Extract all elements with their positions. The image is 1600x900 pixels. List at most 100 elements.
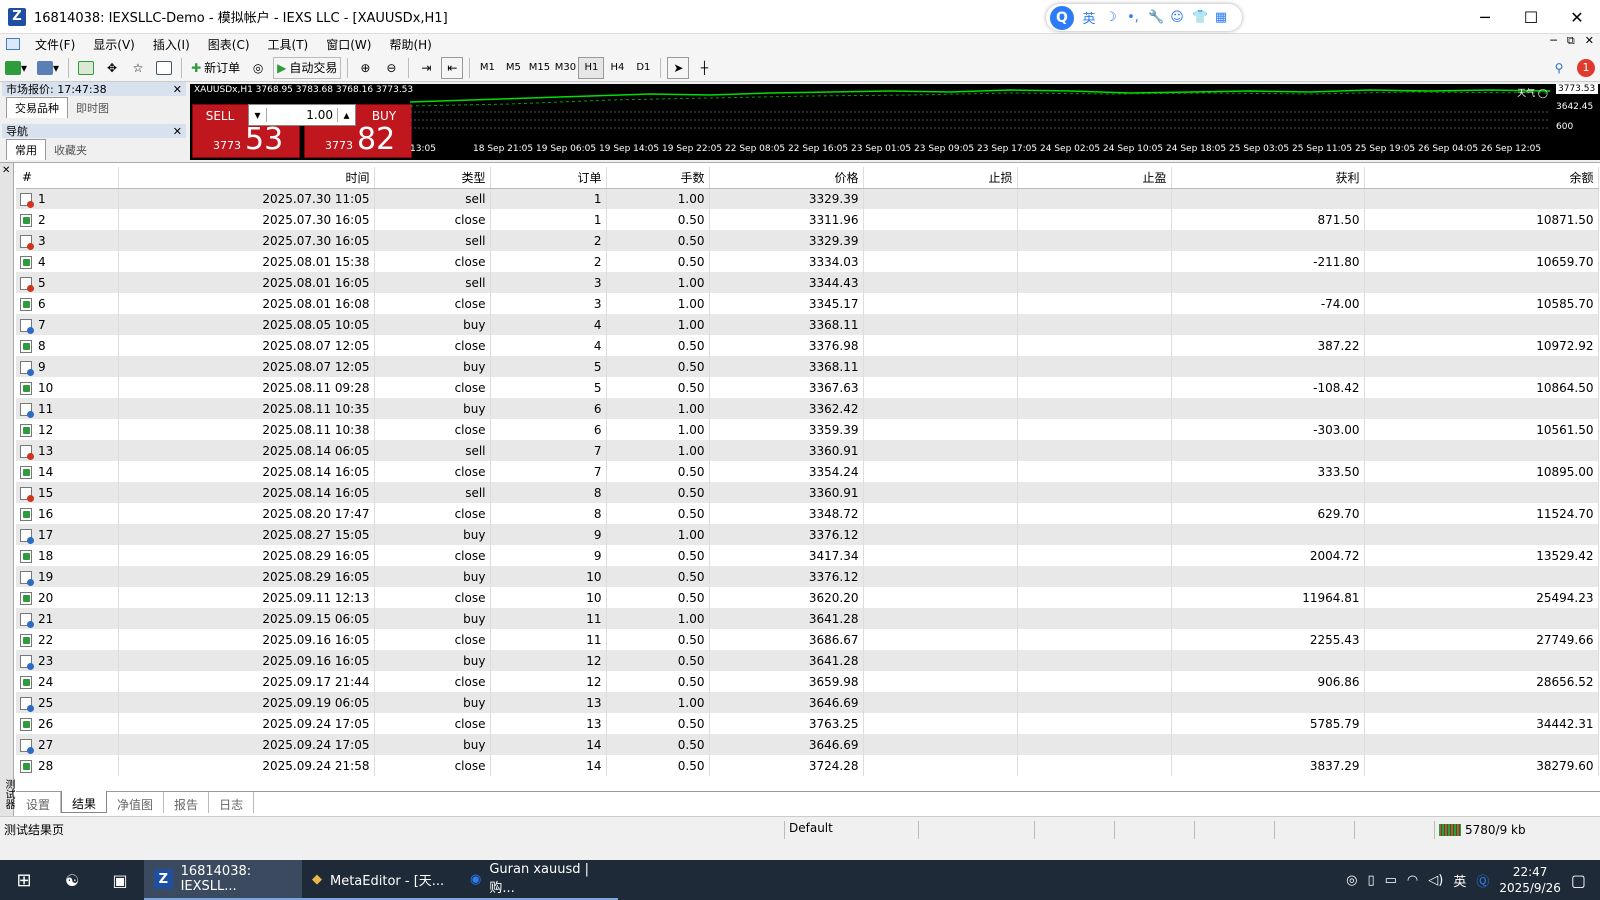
table-row[interactable]: 9 2025.08.07 12:05 buy 5 0.50 3368.11	[16, 356, 1599, 377]
taskbar-window-metaeditor[interactable]: ◆ MetaEditor - [天...	[302, 860, 460, 900]
tab-equity-graph[interactable]: 净值图	[107, 792, 165, 813]
auto-scroll-button[interactable]: ⇥	[415, 57, 437, 79]
menu-help[interactable]: 帮助(H)	[380, 36, 440, 53]
price-chart[interactable]: XAUUSDx,H1 3768.95 3783.68 3768.16 3773.…	[190, 84, 1600, 160]
timeframe-m5[interactable]: M5	[500, 57, 526, 79]
maximize-button[interactable]: ☐	[1508, 0, 1554, 34]
terminal-button[interactable]	[153, 57, 175, 79]
market-watch-button[interactable]	[75, 57, 97, 79]
taskbar-app-icon[interactable]: ▣	[96, 860, 144, 900]
tray-network-icon[interactable]: ◠	[1407, 873, 1418, 888]
col-header-stop-loss[interactable]: 止损	[863, 167, 1018, 189]
table-row[interactable]: 24 2025.09.17 21:44 close 12 0.50 3659.98 906.…	[16, 671, 1599, 692]
col-header-price[interactable]: 价格	[709, 167, 864, 189]
ime-punctuation-icon[interactable]: •,	[1126, 10, 1140, 25]
auto-trading-button[interactable]: ▶ 自动交易	[273, 56, 342, 79]
table-row[interactable]: 1 2025.07.30 11:05 sell 1 1.00 3329.39	[16, 188, 1599, 209]
zoom-out-button[interactable]: ⊖	[380, 57, 402, 79]
table-row[interactable]: 17 2025.08.27 15:05 buy 9 1.00 3376.12	[16, 524, 1599, 545]
ime-language-toggle[interactable]: 英	[1082, 8, 1096, 27]
tray-volume-icon[interactable]: ◁)	[1428, 873, 1443, 888]
table-row[interactable]: 18 2025.08.29 16:05 close 9 0.50 3417.34 2004.…	[16, 545, 1599, 566]
timeframe-m15[interactable]: M15	[526, 57, 552, 79]
menu-file[interactable]: 文件(F)	[26, 36, 84, 53]
new-order-button[interactable]: ✚ 新订单	[188, 57, 243, 79]
mdi-minimize-button[interactable]: ─	[1550, 34, 1557, 48]
table-row[interactable]: 3 2025.07.30 16:05 sell 2 0.50 3329.39	[16, 230, 1599, 251]
close-icon[interactable]: ✕	[173, 125, 186, 138]
col-header-lots[interactable]: 手数	[606, 167, 710, 189]
close-icon[interactable]: ✕	[2, 165, 10, 176]
table-row[interactable]: 5 2025.08.01 16:05 sell 3 1.00 3344.43	[16, 272, 1599, 293]
connection-status[interactable]: 5780/9 kb	[1434, 820, 1600, 839]
data-window-button[interactable]: ✥	[101, 57, 123, 79]
ime-logo-icon[interactable]: Q	[1050, 5, 1074, 30]
taskbar-app-icon[interactable]: ☯	[48, 860, 96, 900]
timeframe-m30[interactable]: M30	[552, 57, 578, 79]
col-header-time[interactable]: 时间	[118, 167, 375, 189]
mdi-close-button[interactable]: ✕	[1585, 34, 1594, 48]
table-row[interactable]: 6 2025.08.01 16:08 close 3 1.00 3345.17 -74.00…	[16, 293, 1599, 314]
minimize-button[interactable]: ─	[1462, 0, 1508, 34]
clock[interactable]: 22:47 2025/9/26	[1499, 864, 1561, 896]
notifications-button[interactable]: 1	[1574, 57, 1598, 79]
navigator-button[interactable]: ☆	[127, 57, 149, 79]
timeframe-h4[interactable]: H4	[604, 57, 630, 79]
tab-favorites[interactable]: 收藏夹	[46, 140, 95, 160]
tray-battery-icon[interactable]: ▭	[1385, 873, 1397, 888]
menu-view[interactable]: 显示(V)	[84, 36, 144, 53]
new-chart-button[interactable]: ▾	[2, 57, 30, 79]
table-row[interactable]: 25 2025.09.19 06:05 buy 13 1.00 3646.69	[16, 692, 1599, 713]
tray-ime-icon[interactable]: Ⓠ	[1476, 871, 1489, 890]
timeframe-h1[interactable]: H1	[578, 56, 605, 79]
table-row[interactable]: 12 2025.08.11 10:38 close 6 1.00 3359.39 -303.…	[16, 419, 1599, 440]
table-row[interactable]: 13 2025.08.14 06:05 sell 7 1.00 3360.91	[16, 440, 1599, 461]
table-row[interactable]: 20 2025.09.11 12:13 close 10 0.50 3620.20 1196…	[16, 587, 1599, 608]
table-row[interactable]: 23 2025.09.16 16:05 buy 12 0.50 3641.28	[16, 650, 1599, 671]
menu-charts[interactable]: 图表(C)	[199, 36, 259, 53]
windows-start-icon[interactable]: ⊞	[0, 860, 48, 900]
search-icon[interactable]: ⚲	[1548, 57, 1570, 79]
tab-common[interactable]: 常用	[6, 139, 46, 160]
col-header-type[interactable]: 类型	[374, 167, 491, 189]
cursor-tool-button[interactable]: ➤	[667, 56, 690, 79]
timeframe-d1[interactable]: D1	[630, 57, 656, 79]
tray-language[interactable]: 英	[1453, 871, 1466, 890]
table-row[interactable]: 22 2025.09.16 16:05 close 11 0.50 3686.67 2255…	[16, 629, 1599, 650]
table-row[interactable]: 26 2025.09.24 17:05 close 13 0.50 3763.25 5785…	[16, 713, 1599, 734]
col-header-balance[interactable]: 余额	[1364, 167, 1599, 189]
col-header-order[interactable]: 订单	[490, 167, 607, 189]
timeframe-m1[interactable]: M1	[474, 57, 500, 79]
tray-device-icon[interactable]: ▯	[1367, 873, 1374, 888]
table-row[interactable]: 14 2025.08.14 16:05 close 7 0.50 3354.24 333.5…	[16, 461, 1599, 482]
col-header-take-profit[interactable]: 止盈	[1017, 167, 1172, 189]
results-table-container[interactable]: # 时间 类型 订单 手数 价格 止损 止盈 获利 余额 1 2025.07.30…	[16, 167, 1600, 787]
table-row[interactable]: 15 2025.08.14 16:05 sell 8 0.50 3360.91	[16, 482, 1599, 503]
table-row[interactable]: 7 2025.08.05 10:05 buy 4 1.00 3368.11	[16, 314, 1599, 335]
table-row[interactable]: 19 2025.08.29 16:05 buy 10 0.50 3376.12	[16, 566, 1599, 587]
table-row[interactable]: 28 2025.09.24 21:58 close 14 0.50 3724.28 3837…	[16, 755, 1599, 776]
col-header-index[interactable]: #	[16, 167, 119, 189]
lot-increase-icon[interactable]: ▴	[337, 108, 355, 122]
zoom-in-button[interactable]: ⊕	[354, 57, 376, 79]
menu-insert[interactable]: 插入(I)	[144, 36, 199, 53]
notification-center-icon[interactable]: ▢	[1571, 871, 1586, 890]
menu-tools[interactable]: 工具(T)	[259, 36, 318, 53]
ime-wrench-icon[interactable]: 🔧	[1148, 10, 1164, 25]
lot-decrease-icon[interactable]: ▾	[249, 108, 267, 122]
profiles-button[interactable]: ▾	[34, 57, 62, 79]
tab-report[interactable]: 报告	[164, 792, 210, 813]
taskbar-window-browser[interactable]: ◉ Guran xauusd | 购...	[460, 860, 618, 900]
close-button[interactable]: ✕	[1554, 0, 1600, 34]
table-row[interactable]: 16 2025.08.20 17:47 close 8 0.50 3348.72 629.7…	[16, 503, 1599, 524]
crosshair-tool-button[interactable]: ┼	[693, 57, 715, 79]
chart-shift-button[interactable]: ⇤	[441, 56, 464, 79]
document-icon[interactable]	[6, 38, 20, 50]
tab-tick-chart[interactable]: 即时图	[68, 98, 117, 118]
tab-symbols[interactable]: 交易品种	[6, 97, 68, 118]
mdi-restore-button[interactable]: ⧉	[1567, 34, 1575, 48]
table-row[interactable]: 10 2025.08.11 09:28 close 5 0.50 3367.63 -108.…	[16, 377, 1599, 398]
tab-results[interactable]: 结果	[61, 791, 108, 813]
table-row[interactable]: 8 2025.08.07 12:05 close 4 0.50 3376.98 387.22…	[16, 335, 1599, 356]
lot-size-input[interactable]: ▾ 1.00 ▴	[248, 104, 356, 126]
